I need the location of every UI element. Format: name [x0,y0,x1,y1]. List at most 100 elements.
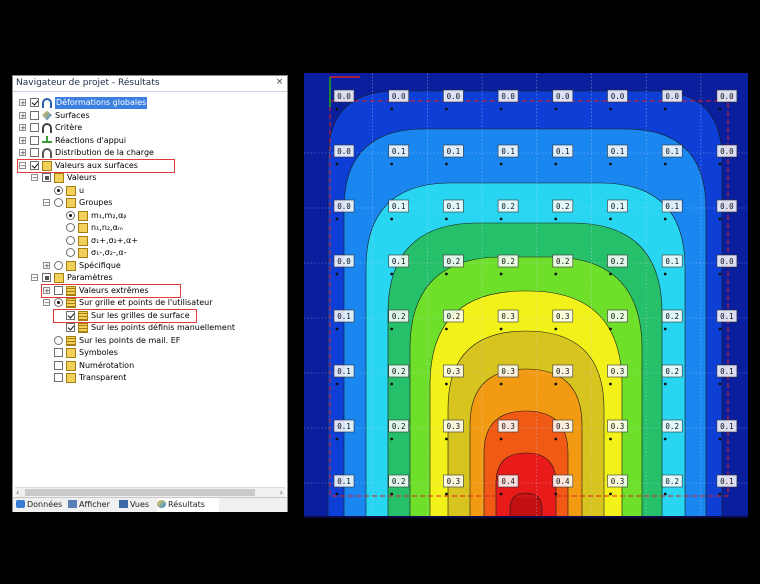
highlight-box [41,283,181,298]
grid-point [609,107,612,111]
checkbox[interactable] [30,135,39,145]
radio-button[interactable] [54,335,63,345]
value-label-text: 0.0 [720,202,734,211]
tree-item[interactable]: σ₁-,σ₂-,α- [13,247,283,259]
value-label-text: 0.3 [556,367,570,376]
support-icon [42,135,52,143]
tree-item[interactable]: − Sur grille et points de l'utilisateur [13,297,283,309]
tree-item[interactable]: − Valeurs [13,172,283,184]
radio-button[interactable] [66,248,75,257]
value-label-text: 0.0 [337,92,351,101]
value-label-text: 0.2 [501,257,515,266]
collapse-icon[interactable]: − [43,199,50,207]
results-icon [157,500,166,508]
collapse-icon[interactable]: − [31,274,38,282]
tree-item[interactable]: + Réactions d'appui [13,135,283,147]
close-icon[interactable]: × [275,78,284,87]
radio-button[interactable] [66,223,75,232]
checkbox[interactable] [30,98,39,107]
grid-point [663,327,667,331]
radio-button[interactable] [54,185,63,195]
checkbox[interactable] [54,348,63,357]
value-label: 0.1 [333,364,355,378]
checkbox[interactable] [42,173,51,182]
tree-item-label: Transparent [79,373,127,382]
checkbox[interactable] [42,273,51,282]
value-label: 0.0 [716,144,738,158]
tree-item[interactable]: Transparent [13,372,283,384]
tree-item[interactable]: + Critère [13,122,283,134]
tree-item[interactable]: Numérotation [13,360,283,372]
value-label-text: 0.0 [720,92,734,101]
checkbox[interactable] [54,373,63,382]
tab-vues[interactable]: Vues [119,498,155,512]
tree-item[interactable]: + Surfaces [13,110,283,122]
horizontal-scrollbar[interactable]: ‹ › [15,487,285,497]
radio-button[interactable] [66,235,75,245]
checkbox[interactable] [54,360,63,370]
grid-icon [66,298,76,308]
tree-item[interactable]: − Paramètres [13,272,283,284]
navigator-title: Navigateur de projet - Résultats × [13,76,287,92]
value-label-text: 0.1 [720,367,734,376]
value-label: 0.3 [607,419,628,433]
tree-item[interactable]: u [13,185,283,197]
radio-button[interactable] [66,210,75,220]
expand-icon[interactable]: + [19,124,26,132]
tree-item-label: Surfaces [55,110,90,120]
collapse-icon[interactable]: − [31,174,38,182]
grid-point [609,162,612,166]
tree-item[interactable]: Sur les points définis manuellement [13,322,283,334]
radio-button[interactable] [54,260,63,270]
tree-item[interactable]: n₁,n₂,αₘ [13,222,283,234]
tree-item[interactable]: m₁,m₂,αᵦ [13,210,283,222]
grid-point [609,492,612,496]
value-label: 0.2 [552,254,574,268]
grid-point [390,217,394,221]
grid-point [663,437,667,441]
tree-item[interactable]: + Distribution de la charge [13,147,283,159]
folder-icon [66,185,76,196]
tree-item[interactable]: Symboles [13,347,283,359]
value-label-text: 0.1 [720,477,734,486]
tree-item-label: Sur les points de mail. EF [79,335,181,345]
radio-button[interactable] [54,198,63,207]
grid-point [663,272,667,276]
tab-donnees[interactable]: Données [16,498,64,512]
radio-button[interactable] [54,298,63,307]
value-label: 0.0 [333,199,355,213]
folder-icon [66,198,76,208]
tree-item[interactable]: + Déformations globales [13,97,283,109]
collapse-icon[interactable]: − [43,299,50,307]
expand-icon[interactable]: + [19,111,26,119]
value-label-text: 0.0 [501,92,515,101]
checkbox[interactable] [30,148,39,157]
tree-item[interactable]: σ₁+,σ₂+,α+ [13,235,283,247]
value-label-text: 0.3 [501,422,515,431]
tree-item[interactable]: + Spécifique [13,260,283,272]
grid-point [718,327,722,331]
expand-icon[interactable]: + [19,99,26,107]
folder-icon [78,235,88,246]
expand-icon[interactable]: + [19,136,26,144]
scroll-right-icon[interactable]: › [280,488,283,497]
value-label-text: 0.3 [611,477,625,486]
checkbox[interactable] [66,323,75,332]
value-label-text: 0.3 [611,367,625,376]
scrollbar-thumb[interactable] [25,489,255,496]
tree-item[interactable]: Sur les points de mail. EF [13,335,283,347]
tree-item[interactable]: − Groupes [13,197,283,209]
checkbox[interactable] [30,110,39,120]
bottom-edge [304,516,748,518]
scroll-left-icon[interactable]: ‹ [16,488,19,497]
folder-icon [78,248,88,258]
value-label-text: 0.1 [337,367,351,376]
tree-item-label: Groupes [79,198,113,207]
grid-point [445,382,448,386]
checkbox[interactable] [30,123,39,132]
tab-resultats[interactable]: Résultats [157,498,219,512]
expand-icon[interactable]: + [43,261,50,269]
expand-icon[interactable]: + [19,149,26,157]
grid-icon [78,323,88,333]
tab-afficher[interactable]: Afficher [68,498,116,512]
